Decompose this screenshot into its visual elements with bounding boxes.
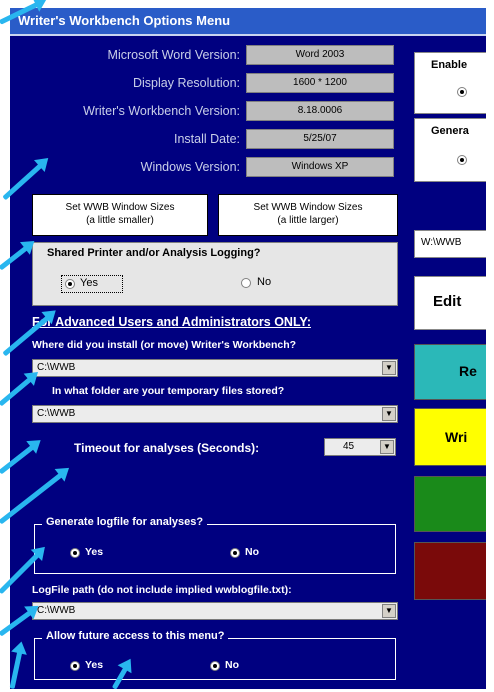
enable-label: Enable <box>431 59 468 71</box>
word-version-value: Word 2003 <box>246 45 394 65</box>
torn-edge <box>486 0 494 689</box>
teal-label: Re <box>459 363 477 379</box>
maroon-button[interactable] <box>414 542 488 600</box>
logging-no-radio[interactable] <box>241 278 251 288</box>
enable-radio[interactable] <box>457 87 467 97</box>
advanced-heading: For Advanced Users and Administrators ON… <box>32 315 311 329</box>
install-date-value: 5/25/07 <box>246 129 394 149</box>
temp-folder-dropdown[interactable]: C:\WWB ▼ <box>32 405 398 423</box>
chevron-down-icon[interactable]: ▼ <box>382 604 396 618</box>
wwb-version-value: 8.18.0006 <box>246 101 394 121</box>
enable-frame: Enable <box>414 52 488 114</box>
smaller-window-button[interactable]: Set WWB Window Sizes (a little smaller) <box>32 194 208 236</box>
options-window: Writer's Workbench Options Menu Microsof… <box>10 8 488 689</box>
window-title: Writer's Workbench Options Menu <box>18 13 231 28</box>
install-date-label: Install Date: <box>173 132 240 146</box>
logging-title: Shared Printer and/or Analysis Logging? <box>47 247 261 259</box>
chevron-down-icon[interactable]: ▼ <box>380 440 394 454</box>
logfile-yes-radio[interactable] <box>70 548 80 558</box>
wwb-version-label: Writer's Workbench Version: <box>83 104 240 118</box>
edit-button[interactable]: Edit <box>414 276 488 330</box>
logging-yes-radio[interactable] <box>65 279 75 289</box>
access-yes-label: Yes <box>85 659 104 671</box>
green-button[interactable] <box>414 476 488 532</box>
logfile-path-label: LogFile path (do not include implied wwb… <box>32 584 292 596</box>
yellow-button[interactable]: Wri <box>414 408 488 466</box>
general-frame: Genera <box>414 118 488 182</box>
windows-version-value: Windows XP <box>246 157 394 177</box>
display-resolution-value: 1600 * 1200 <box>246 73 394 93</box>
logging-no-label: No <box>257 276 272 288</box>
chevron-down-icon[interactable]: ▼ <box>382 407 396 421</box>
logging-yes-label: Yes <box>80 277 98 289</box>
install-location-value: C:\WWB <box>37 362 76 373</box>
general-label: Genera <box>431 125 469 137</box>
timeout-value: 45 <box>343 441 355 452</box>
timeout-label: Timeout for analyses (Seconds): <box>74 441 260 455</box>
access-yes-radio[interactable] <box>70 661 80 671</box>
logfile-no-label: No <box>245 546 259 558</box>
access-no-radio[interactable] <box>210 661 220 671</box>
install-location-dropdown[interactable]: C:\WWB ▼ <box>32 359 398 377</box>
access-frame-title: Allow future access to this menu? <box>42 630 229 642</box>
edit-label: Edit <box>433 293 462 310</box>
temp-folder-label: In what folder are your temporary files … <box>52 385 285 397</box>
chevron-down-icon[interactable]: ▼ <box>382 361 396 375</box>
logfile-frame-title: Generate logfile for analyses? <box>42 516 208 528</box>
wwb-path-value: W:\WWB <box>421 237 462 248</box>
teal-button[interactable]: Re <box>414 344 488 400</box>
logging-yes-option[interactable]: Yes <box>61 275 123 293</box>
word-version-label: Microsoft Word Version: <box>107 48 240 62</box>
logging-panel: Shared Printer and/or Analysis Logging? … <box>32 242 398 306</box>
yellow-label: Wri <box>445 429 468 445</box>
windows-version-label: Windows Version: <box>140 160 240 174</box>
display-resolution-label: Display Resolution: <box>133 76 240 90</box>
general-radio[interactable] <box>457 155 467 165</box>
install-location-label: Where did you install (or move) Writer's… <box>32 339 297 351</box>
temp-folder-value: C:\WWB <box>37 408 76 419</box>
larger-window-button[interactable]: Set WWB Window Sizes (a little larger) <box>218 194 398 236</box>
logfile-path-value: C:\WWB <box>37 605 76 616</box>
title-bar: Writer's Workbench Options Menu <box>10 8 488 36</box>
timeout-dropdown[interactable]: 45 ▼ <box>324 438 396 456</box>
logfile-no-radio[interactable] <box>230 548 240 558</box>
logfile-path-dropdown[interactable]: C:\WWB ▼ <box>32 602 398 620</box>
wwb-path-field[interactable]: W:\WWB <box>414 230 488 258</box>
access-no-label: No <box>225 659 239 671</box>
logfile-yes-label: Yes <box>85 546 104 558</box>
